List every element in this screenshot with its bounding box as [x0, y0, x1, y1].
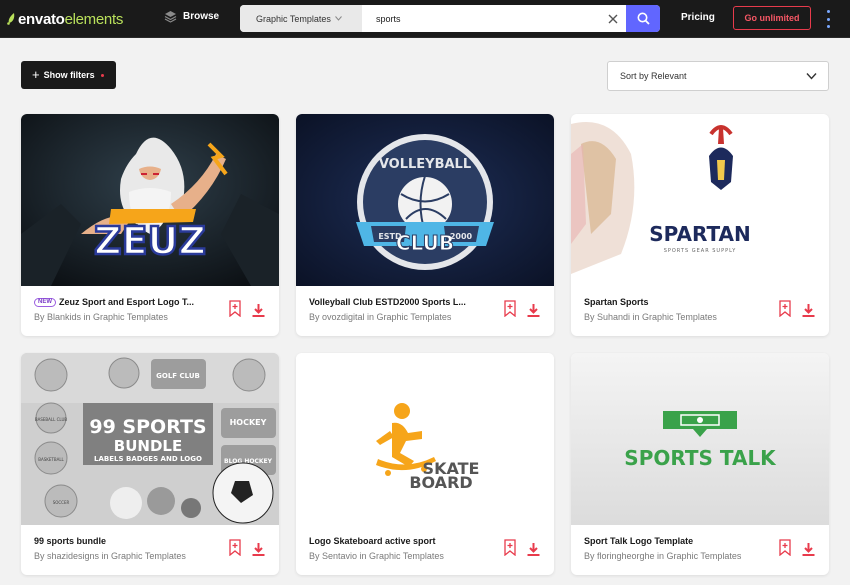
- item-thumbnail[interactable]: 99 SPORTS BUNDLE LABELS BADGES AND LOGO …: [21, 353, 279, 525]
- item-title[interactable]: NEW Zeuz Sport and Esport Logo T...: [34, 297, 224, 307]
- item-title-text: Logo Skateboard active sport: [309, 536, 436, 546]
- sort-label: Sort by Relevant: [620, 71, 687, 81]
- browse-menu[interactable]: Browse: [164, 10, 219, 23]
- item-title[interactable]: 99 sports bundle: [34, 536, 224, 546]
- download-icon[interactable]: [252, 304, 265, 317]
- download-icon[interactable]: [527, 543, 540, 556]
- show-filters-button[interactable]: + Show filters: [21, 61, 116, 89]
- item-thumbnail[interactable]: SPORTS TALK: [571, 353, 829, 525]
- item-card[interactable]: SPORTS TALK Sport Talk Logo Template By …: [571, 353, 829, 575]
- envato-elements-logo[interactable]: envato elements: [6, 9, 123, 29]
- item-thumbnail[interactable]: VOLLEYBALL CLUB ESTD 2000: [296, 114, 554, 286]
- item-title-text: Volleyball Club ESTD2000 Sports L...: [309, 297, 466, 307]
- category-select[interactable]: Graphic Templates: [240, 5, 362, 32]
- chevron-down-icon: [334, 16, 342, 21]
- thumb-text: ZEUZ: [94, 219, 206, 263]
- download-icon[interactable]: [252, 543, 265, 556]
- item-thumbnail[interactable]: SPARTAN SPORTS GEAR SUPPLY: [571, 114, 829, 286]
- download-icon[interactable]: [802, 543, 815, 556]
- thumb-year-left: ESTD: [378, 232, 402, 241]
- item-title[interactable]: Logo Skateboard active sport: [309, 536, 499, 546]
- item-card[interactable]: VOLLEYBALL CLUB ESTD 2000 Volleyball Clu…: [296, 114, 554, 336]
- chevron-down-icon: [806, 73, 817, 80]
- browse-label: Browse: [183, 11, 220, 22]
- badge-baseball: BASEBALL CLUB: [35, 417, 68, 422]
- show-filters-label: Show filters: [43, 70, 95, 80]
- zeuz-logo-thumbnail: ZEUZ: [21, 114, 279, 286]
- item-card[interactable]: SPARTAN SPORTS GEAR SUPPLY Spartan Sport…: [571, 114, 829, 336]
- thumb-sub: CLUB: [396, 231, 454, 255]
- item-byline[interactable]: By floringheorghe in Graphic Templates: [584, 551, 774, 561]
- download-icon[interactable]: [527, 304, 540, 317]
- item-byline[interactable]: By Suhandi in Graphic Templates: [584, 312, 774, 322]
- item-title[interactable]: Spartan Sports: [584, 297, 774, 307]
- item-title-text: Zeuz Sport and Esport Logo T...: [59, 297, 194, 307]
- thumb-text: SPORTS TALK: [624, 446, 777, 470]
- item-byline[interactable]: By shazidesigns in Graphic Templates: [34, 551, 224, 561]
- sort-dropdown[interactable]: Sort by Relevant: [607, 61, 829, 91]
- item-byline[interactable]: By ovozdigital in Graphic Templates: [309, 312, 499, 322]
- leaf-icon: [7, 13, 15, 25]
- item-title[interactable]: Volleyball Club ESTD2000 Sports L...: [309, 297, 499, 307]
- item-title-text: 99 sports bundle: [34, 536, 107, 546]
- bookmark-add-icon[interactable]: [504, 300, 516, 317]
- item-card[interactable]: ZEUZ NEW Zeuz Sport and Esport Logo T...…: [21, 114, 279, 336]
- badge-hockey: HOCKEY: [230, 418, 267, 427]
- item-thumbnail[interactable]: SKATE BOARD: [296, 353, 554, 525]
- item-card[interactable]: SKATE BOARD Logo Skateboard active sport…: [296, 353, 554, 575]
- item-title-text: Sport Talk Logo Template: [584, 536, 694, 546]
- badge-soccer: SOCCER: [53, 500, 70, 505]
- download-icon[interactable]: [802, 304, 815, 317]
- search-input[interactable]: [362, 5, 600, 32]
- item-byline[interactable]: By Sentavio in Graphic Templates: [309, 551, 499, 561]
- browse-icon: [164, 11, 177, 23]
- logo-word-elements: elements: [64, 10, 124, 28]
- bookmark-add-icon[interactable]: [504, 539, 516, 556]
- new-badge: NEW: [34, 297, 56, 307]
- thumb-sub: BUNDLE: [114, 437, 182, 455]
- thumb-sub: BOARD: [409, 473, 472, 492]
- volleyball-logo-thumbnail: VOLLEYBALL CLUB ESTD 2000: [296, 114, 554, 286]
- spartan-logo-thumbnail: SPARTAN SPORTS GEAR SUPPLY: [571, 114, 829, 286]
- sports-bundle-thumbnail: 99 SPORTS BUNDLE LABELS BADGES AND LOGO …: [21, 353, 279, 525]
- clear-search-button[interactable]: [600, 5, 626, 32]
- thumb-sub2: LABELS BADGES AND LOGO: [94, 455, 202, 463]
- skateboard-logo-thumbnail: SKATE BOARD: [296, 353, 554, 525]
- search-bar: Graphic Templates: [240, 5, 660, 32]
- close-icon: [608, 14, 618, 23]
- thumb-sub: SPORTS GEAR SUPPLY: [664, 248, 737, 254]
- plus-icon: +: [32, 67, 40, 82]
- bookmark-add-icon[interactable]: [229, 300, 241, 317]
- search-icon: [637, 12, 650, 25]
- go-unlimited-button[interactable]: Go unlimited: [733, 6, 811, 30]
- badge-golf-club: GOLF CLUB: [156, 372, 200, 380]
- sports-talk-logo-thumbnail: SPORTS TALK: [571, 353, 829, 525]
- logo-word-envato: envato: [18, 10, 65, 28]
- thumb-text: 99 SPORTS: [89, 416, 206, 438]
- thumb-text: VOLLEYBALL: [379, 157, 471, 172]
- bookmark-add-icon[interactable]: [229, 539, 241, 556]
- badge-basketball: BASKETBALL: [38, 457, 64, 462]
- search-button[interactable]: [626, 5, 660, 32]
- pricing-link[interactable]: Pricing: [681, 12, 715, 23]
- bookmark-add-icon[interactable]: [779, 300, 791, 317]
- bookmark-add-icon[interactable]: [779, 539, 791, 556]
- category-label: Graphic Templates: [256, 13, 331, 24]
- more-options-icon[interactable]: [824, 10, 832, 28]
- filter-indicator-dot: [100, 73, 104, 77]
- item-thumbnail[interactable]: ZEUZ: [21, 114, 279, 286]
- top-nav-bar: envatoelements Browse Graphic Templates: [0, 0, 850, 38]
- item-title[interactable]: Sport Talk Logo Template: [584, 536, 774, 546]
- thumb-text: SPARTAN: [649, 222, 751, 246]
- item-byline[interactable]: By Blankids in Graphic Templates: [34, 312, 224, 322]
- item-title-text: Spartan Sports: [584, 297, 649, 307]
- item-card[interactable]: 99 SPORTS BUNDLE LABELS BADGES AND LOGO …: [21, 353, 279, 575]
- thumb-year-right: 2000: [450, 232, 473, 241]
